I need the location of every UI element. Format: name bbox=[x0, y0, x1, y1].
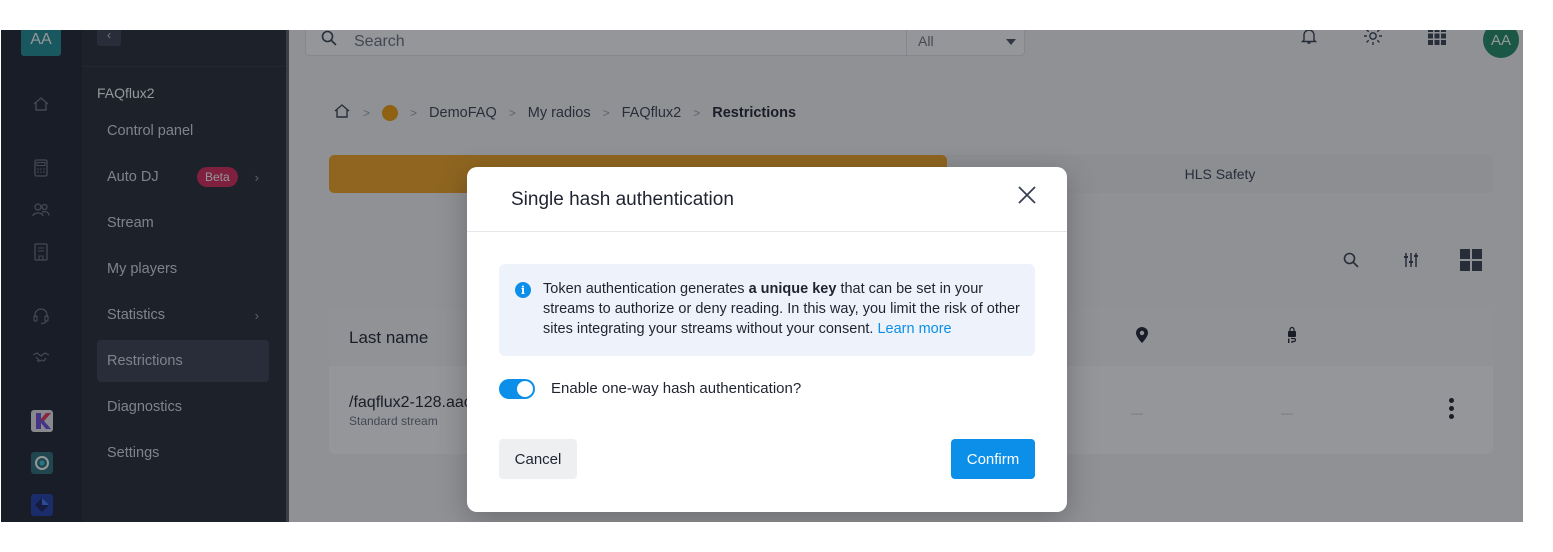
toggle-knob bbox=[517, 381, 533, 397]
info-icon: i bbox=[515, 282, 531, 298]
app-window: AA ‹ FAQflux2 Control panel Auto DJ Beta… bbox=[1, 30, 1523, 522]
cancel-button[interactable]: Cancel bbox=[499, 439, 577, 479]
info-text-start: Token authentication generates bbox=[543, 281, 749, 297]
hash-auth-modal: Single hash authentication i Token authe… bbox=[467, 167, 1067, 512]
info-text-bold: a unique key bbox=[748, 281, 837, 297]
modal-divider bbox=[467, 231, 1067, 232]
close-icon[interactable] bbox=[1015, 183, 1039, 207]
info-box: i Token authentication generates a uniqu… bbox=[499, 264, 1035, 356]
info-text: Token authentication generates a unique … bbox=[543, 279, 1023, 339]
modal-title: Single hash authentication bbox=[511, 189, 734, 210]
confirm-button[interactable]: Confirm bbox=[951, 439, 1035, 479]
hash-auth-toggle[interactable] bbox=[499, 379, 535, 399]
learn-more-link[interactable]: Learn more bbox=[877, 321, 951, 337]
toggle-label: Enable one-way hash authentication? bbox=[551, 380, 802, 397]
